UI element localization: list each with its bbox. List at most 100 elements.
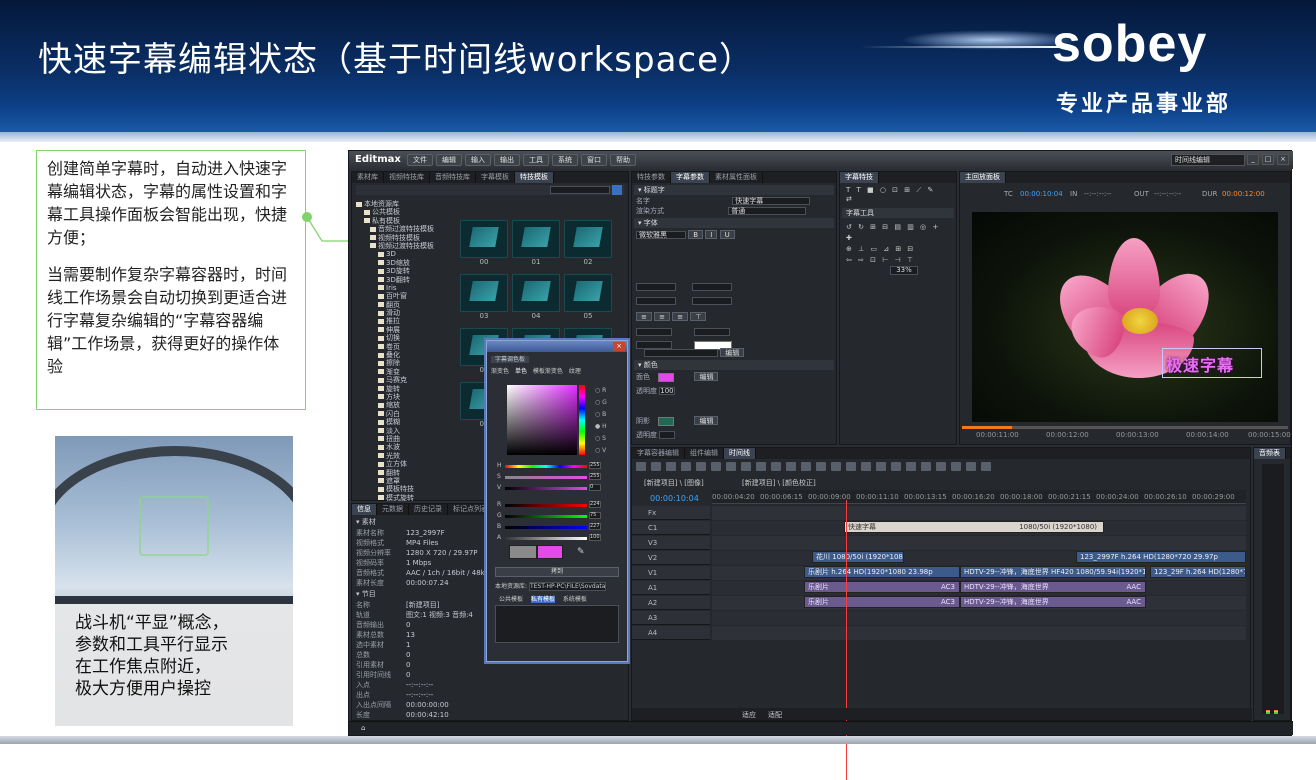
timeline-tool-icon[interactable] [891, 462, 901, 471]
timeline-breadcrumb-1[interactable]: [新建项目] \ [图像] [644, 478, 704, 488]
tree-item[interactable]: 翻页 [356, 301, 456, 309]
a1-clip-2[interactable]: HDTV-29--冲锋，海底世界 AAC [960, 581, 1146, 593]
tree-item[interactable]: 本地资源库 [356, 200, 456, 208]
color-slider[interactable] [505, 515, 587, 518]
menu-window[interactable]: 窗口 [581, 154, 607, 166]
track-header[interactable]: A2 [632, 596, 710, 610]
menu-input[interactable]: 输入 [465, 154, 491, 166]
shadow-opacity-input[interactable] [659, 431, 676, 439]
adapt-button[interactable]: 适配 [768, 710, 782, 720]
spacing-input[interactable] [636, 297, 676, 305]
color-slider[interactable] [505, 526, 587, 529]
hue-slider[interactable] [579, 385, 585, 455]
tree-item[interactable]: 模板特技 [356, 485, 456, 493]
slider-value-input[interactable]: 0 [589, 484, 601, 491]
tab-template-gradient[interactable]: 模板渐变色 [533, 368, 563, 375]
timeline-tool-icon[interactable] [636, 462, 646, 471]
track-header[interactable]: A4 [632, 626, 710, 640]
template-list[interactable] [495, 605, 619, 643]
menu-help[interactable]: 帮助 [610, 154, 636, 166]
eyedropper-icon[interactable]: ✎ [577, 547, 585, 557]
close-icon[interactable]: × [1277, 154, 1289, 165]
tree-item[interactable]: 翻转 [356, 469, 456, 477]
channel-radio[interactable]: ○ G [595, 399, 607, 406]
track-lane[interactable] [712, 506, 1246, 520]
tab-texture[interactable]: 纹理 [569, 368, 581, 375]
fill-edit-button[interactable]: 编辑 [694, 372, 719, 381]
tab-private-templates[interactable]: 私有模板 [530, 596, 555, 603]
tree-item[interactable]: 私有模板 [356, 217, 456, 225]
opacity-input[interactable]: 100 [659, 387, 676, 395]
track-header[interactable]: C1 [632, 521, 710, 535]
tab-video-fx[interactable]: 视频特技库 [384, 172, 430, 183]
tree-item[interactable]: 闪白 [356, 410, 456, 418]
channel-radio[interactable]: ● H [595, 423, 607, 430]
copy-button[interactable]: 拷到 [495, 567, 619, 577]
template-thumbnail[interactable]: 02 [564, 220, 612, 266]
slider-value-input[interactable]: 227 [589, 523, 601, 530]
tab-timeline[interactable]: 时间线 [724, 448, 756, 459]
channel-radio[interactable]: ○ V [595, 447, 606, 454]
timeline-tool-icon[interactable] [771, 462, 781, 471]
tree-item[interactable]: 模式旋转 [356, 494, 456, 502]
tree-item[interactable]: 视频过渡特技模板 [356, 242, 456, 250]
timeline-tool-icon[interactable] [666, 462, 676, 471]
a1-clip-1[interactable]: 乐剧片 AC3 [804, 581, 960, 593]
tree-item[interactable]: 音频过渡特技模板 [356, 225, 456, 233]
tab-system-templates[interactable]: 系统模板 [563, 596, 587, 603]
template-thumbnail[interactable]: 00 [460, 220, 508, 266]
tree-item[interactable]: 3D [356, 250, 456, 258]
track-lane[interactable] [712, 611, 1246, 625]
v2-clip-1[interactable]: 花川 1080/50i (1920*1080) [812, 551, 904, 563]
menu-edit[interactable]: 编辑 [436, 154, 462, 166]
bold-button[interactable]: B [688, 230, 704, 239]
fill-color-swatch[interactable] [658, 372, 675, 382]
color-slider[interactable] [505, 476, 587, 479]
tab-gradient[interactable]: 渐变色 [491, 368, 509, 375]
slider-value-input[interactable]: 255 [589, 473, 601, 480]
tab-fx-params[interactable]: 特技参数 [632, 172, 671, 183]
tab-component-edit[interactable]: 组件编辑 [685, 448, 724, 459]
color-slider[interactable] [505, 537, 587, 540]
maximize-icon[interactable]: □ [1262, 154, 1274, 165]
track-header[interactable]: A1 [632, 581, 710, 595]
tab-metadata[interactable]: 元数据 [377, 504, 409, 515]
tree-item[interactable]: 马赛克 [356, 376, 456, 384]
tab-history[interactable]: 历史记录 [409, 504, 448, 515]
zoom-field[interactable]: 33% [890, 266, 918, 275]
track-header[interactable]: Fx [632, 506, 710, 520]
font-select[interactable]: 微软雅黑 [636, 231, 686, 239]
v1-clip-2[interactable]: HDTV-29--冲锋，海底世界 HF420 1080/59.94i(1920*… [960, 566, 1146, 578]
timeline-tool-icon[interactable] [741, 462, 751, 471]
asset-search-input[interactable] [550, 186, 610, 194]
tree-item[interactable]: 滑动 [356, 309, 456, 317]
align-left-icon[interactable]: ≡ [636, 312, 652, 321]
a2-clip-2[interactable]: HDTV-29--冲锋，海底世界 AAC [960, 596, 1146, 608]
tree-item[interactable]: 3D翻转 [356, 276, 456, 284]
shadow-edit-button[interactable]: 编辑 [694, 416, 719, 425]
template-thumbnail[interactable]: 05 [564, 274, 612, 320]
name-input[interactable]: 快速字幕 [732, 197, 811, 205]
render-select[interactable]: 普通 [728, 207, 807, 215]
tree-item[interactable]: 3D旋转 [356, 267, 456, 275]
tab-solid[interactable]: 单色 [515, 368, 527, 375]
tab-info[interactable]: 信息 [352, 504, 377, 515]
tree-item[interactable]: 模糊 [356, 418, 456, 426]
tree-item[interactable]: 擦除 [356, 359, 456, 367]
tree-item[interactable]: 扭曲 [356, 435, 456, 443]
tab-audio-fx[interactable]: 音频特技库 [430, 172, 476, 183]
color-slider[interactable] [505, 504, 587, 507]
timeline-tool-icon[interactable] [726, 462, 736, 471]
tab-fx-templates[interactable]: 特技模板 [515, 172, 554, 183]
timeline-tool-icon[interactable] [936, 462, 946, 471]
tree-item[interactable]: 光效 [356, 452, 456, 460]
template-thumbnail[interactable]: 03 [460, 274, 508, 320]
tree-item[interactable]: 立方体 [356, 460, 456, 468]
preview-caption-text[interactable]: 极速字幕 [1166, 352, 1234, 376]
dialog-close-icon[interactable]: × [613, 342, 625, 351]
menu-tools[interactable]: 工具 [523, 154, 549, 166]
workspace-mode-select[interactable]: 时间线编辑 [1171, 154, 1245, 166]
timeline-tool-icon[interactable] [861, 462, 871, 471]
tab-main-preview[interactable]: 主回放面板 [960, 172, 1006, 183]
minimize-icon[interactable]: _ [1247, 154, 1259, 165]
